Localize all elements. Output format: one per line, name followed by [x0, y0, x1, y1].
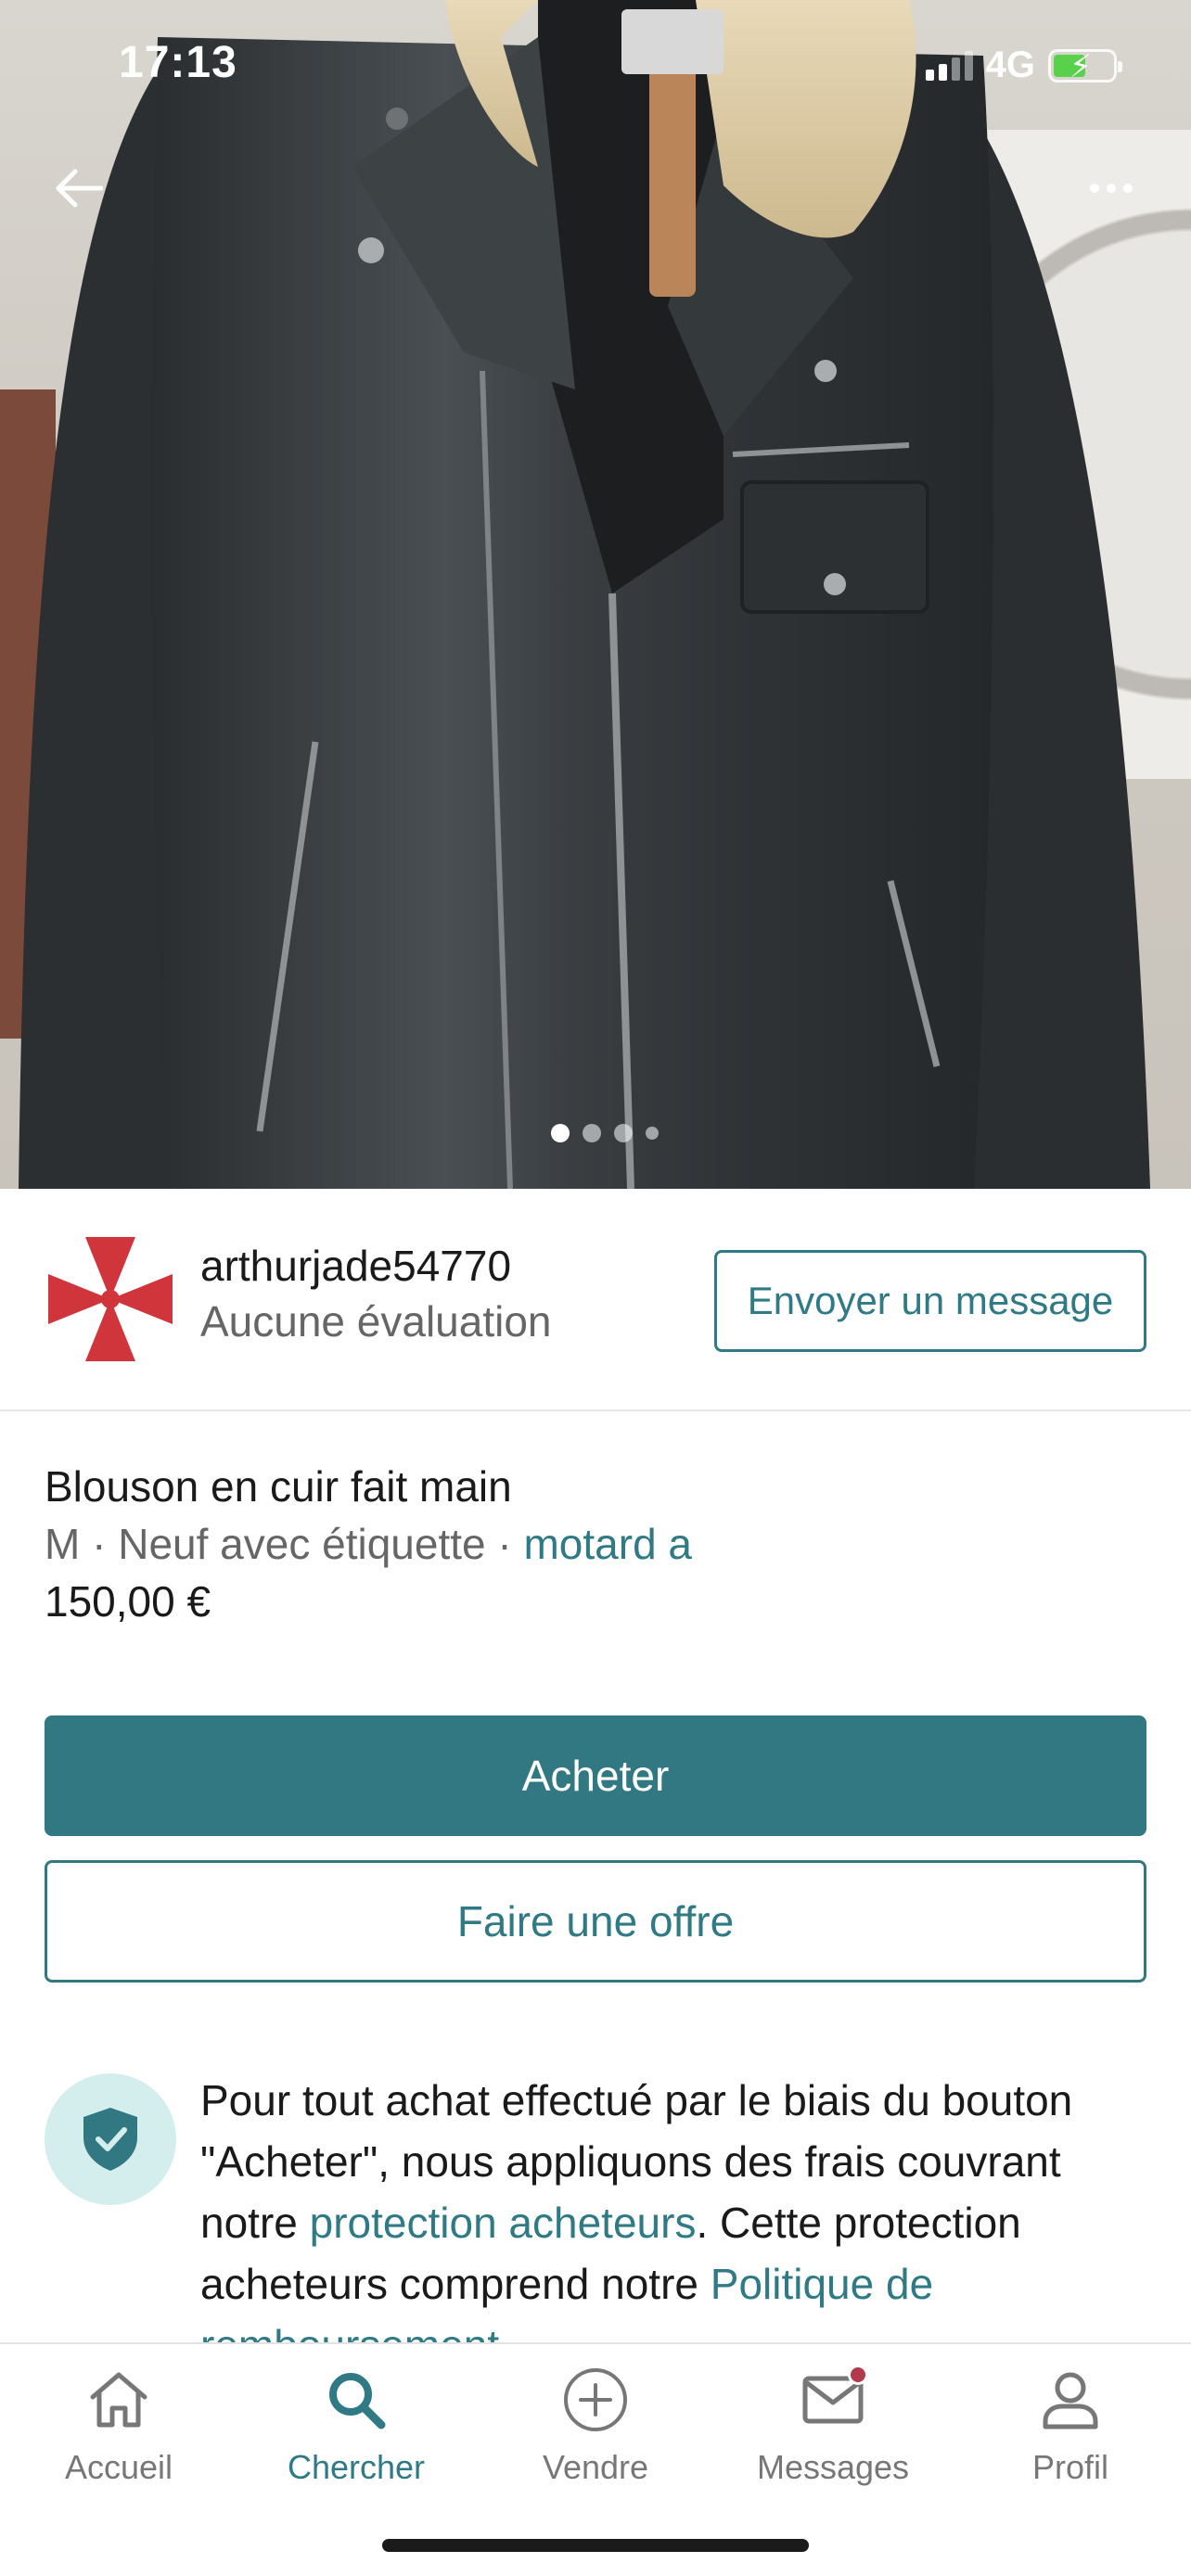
home-icon: [82, 2363, 156, 2437]
network-type: 4G: [985, 45, 1035, 85]
pagination-dot[interactable]: [583, 1124, 601, 1142]
tab-search[interactable]: Chercher: [254, 2363, 458, 2502]
cellular-signal-icon: [925, 50, 973, 81]
user-icon: [1033, 2363, 1108, 2437]
item-size: M: [45, 1520, 81, 1568]
pagination-dot[interactable]: [646, 1127, 659, 1140]
pagination-dot[interactable]: [614, 1124, 633, 1142]
buy-button[interactable]: Acheter: [45, 1715, 1146, 1836]
tab-home[interactable]: Accueil: [17, 2363, 221, 2502]
seller-section: arthurjade54770 Aucune évaluation Envoye…: [0, 1189, 1191, 1411]
notification-badge: [848, 2365, 868, 2385]
tab-label: Messages: [756, 2448, 910, 2486]
carousel-pagination[interactable]: [551, 1124, 659, 1142]
item-price: 150,00 €: [45, 1577, 211, 1626]
tab-label: Accueil: [64, 2448, 173, 2486]
status-time: 17:13: [119, 38, 237, 87]
item-brand-link[interactable]: motard a: [523, 1520, 692, 1568]
arrow-left-icon: [56, 169, 103, 208]
tab-sell[interactable]: Vendre: [493, 2363, 698, 2502]
battery-charging-icon: ⚡: [1048, 48, 1122, 84]
tab-label: Profil: [1031, 2448, 1109, 2486]
cross-pattee-icon: [48, 1237, 173, 1361]
mail-icon: [796, 2363, 870, 2437]
seller-avatar[interactable]: [48, 1237, 173, 1361]
buyer-protection-info: Pour tout achat effectué par le biais du…: [200, 2070, 1156, 2344]
tab-label: Chercher: [287, 2448, 426, 2486]
pagination-dot[interactable]: [551, 1124, 570, 1142]
item-details: M · Neuf avec étiquette · motard a: [45, 1519, 692, 1569]
shield-check-icon: [45, 2073, 176, 2205]
more-options-button[interactable]: [1074, 156, 1148, 221]
send-message-button[interactable]: Envoyer un message: [714, 1250, 1146, 1352]
more-dots-icon: [1090, 184, 1099, 193]
separator: ·: [485, 1520, 524, 1568]
jacket-photo: [19, 0, 1150, 1189]
tab-label: Vendre: [542, 2448, 649, 2486]
seller-rating: Aucune évaluation: [200, 1297, 552, 1345]
home-indicator[interactable]: [382, 2539, 809, 2552]
status-indicators: 4G ⚡: [925, 45, 1122, 86]
buyer-protection-link[interactable]: protection acheteurs: [310, 2199, 697, 2247]
item-title: Blouson en cuir fait main: [45, 1462, 512, 1511]
seller-username[interactable]: arthurjade54770: [200, 1241, 511, 1291]
make-offer-button[interactable]: Faire une offre: [45, 1860, 1146, 1983]
add-circle-icon: [558, 2363, 633, 2437]
tab-profile[interactable]: Profil: [968, 2363, 1172, 2502]
item-condition: Neuf avec étiquette: [118, 1520, 486, 1568]
back-button[interactable]: [46, 156, 111, 221]
tab-messages[interactable]: Messages: [731, 2363, 935, 2502]
separator: ·: [80, 1520, 119, 1568]
search-icon: [319, 2363, 393, 2437]
item-photo-carousel[interactable]: 17:13 4G ⚡: [0, 0, 1191, 1189]
